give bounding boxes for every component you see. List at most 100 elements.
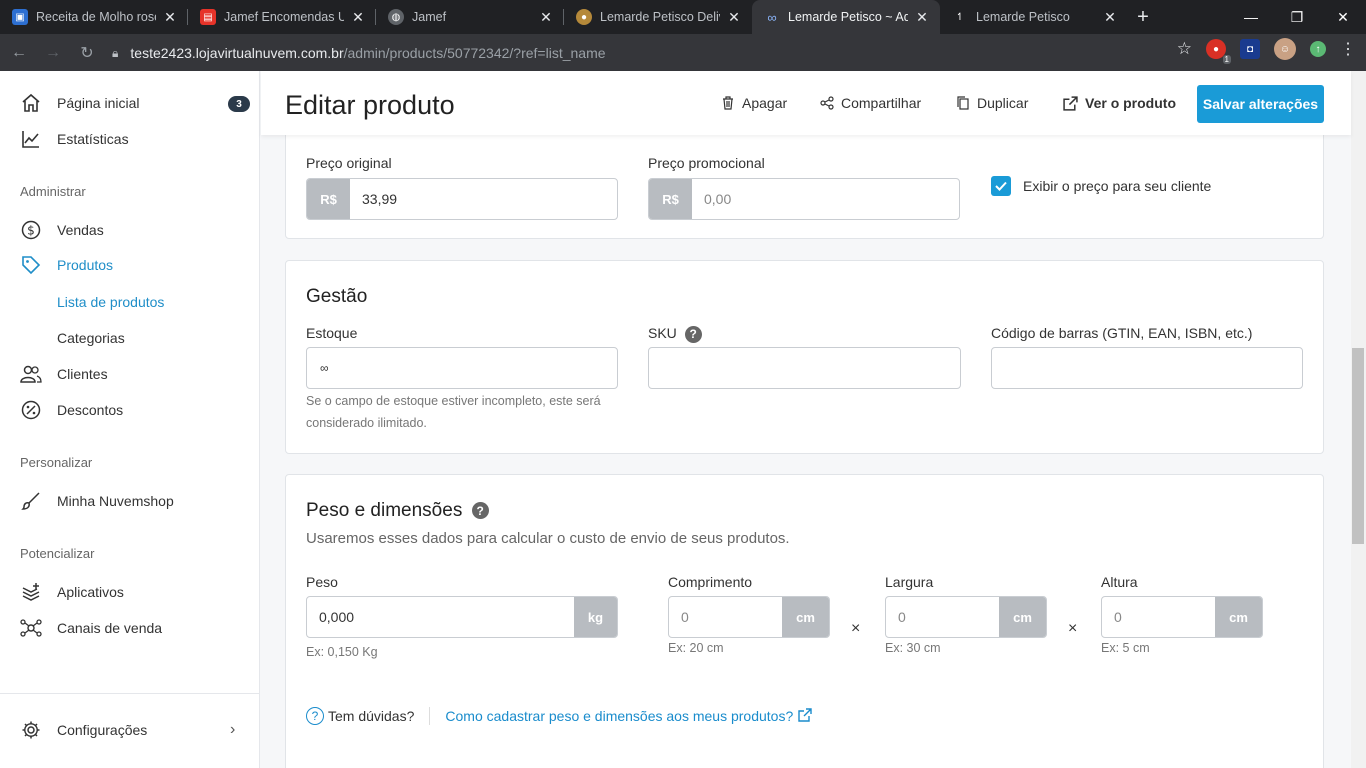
- width-hint: Ex: 30 cm: [885, 641, 941, 655]
- avatar[interactable]: ☺: [1274, 38, 1296, 60]
- copy-icon: [956, 95, 970, 111]
- browser-tab[interactable]: ↿ Lemarde Petisco ✕: [940, 0, 1128, 34]
- url-field[interactable]: 🔒︎ teste2423.lojavirtualnuvem.com.br/adm…: [112, 39, 1218, 67]
- help-icon[interactable]: ?: [684, 325, 702, 343]
- sidebar-item-channels[interactable]: Canais de venda: [20, 617, 162, 639]
- section-label-boost: Potencializar: [20, 546, 95, 561]
- separator: [429, 707, 431, 725]
- share-label: Compartilhar: [841, 95, 922, 111]
- original-price-input[interactable]: R$ 33,99: [306, 178, 618, 220]
- sidebar-subitem-product-list[interactable]: Lista de produtos: [57, 294, 164, 310]
- sidebar-item-settings[interactable]: Configurações ›: [20, 719, 245, 741]
- sidebar-item-home[interactable]: Página inicial: [20, 92, 140, 114]
- external-link-icon[interactable]: [798, 707, 812, 725]
- weight-input[interactable]: 0,000 kg: [306, 596, 618, 638]
- tab-title: Receita de Molho rosé: [36, 10, 156, 24]
- length-placeholder: 0: [681, 609, 689, 625]
- tab-title: Jamef Encomendas Urg: [224, 10, 344, 24]
- sidebar: Página inicial 3 Estatísticas Administra…: [0, 71, 260, 768]
- browser-tab[interactable]: ● Lemarde Petisco Delive ✕: [564, 0, 752, 34]
- restore-icon[interactable]: ❐: [1274, 0, 1320, 34]
- show-price-checkbox[interactable]: [991, 176, 1011, 196]
- unit-addon: cm: [1215, 597, 1262, 637]
- back-icon[interactable]: ←: [4, 38, 34, 68]
- share-button[interactable]: Compartilhar: [820, 95, 921, 111]
- save-button[interactable]: Salvar alterações: [1197, 85, 1324, 123]
- sidebar-item-customers[interactable]: Clientes: [20, 363, 108, 385]
- promo-price-label: Preço promocional: [648, 155, 765, 171]
- tab-close-icon[interactable]: ✕: [538, 9, 554, 26]
- barcode-input[interactable]: [991, 347, 1303, 389]
- sidebar-item-label: Estatísticas: [57, 131, 129, 147]
- menu-kebab-icon[interactable]: ⋮: [1340, 39, 1356, 59]
- tab-close-icon[interactable]: ✕: [726, 9, 742, 26]
- sidebar-subitem-categories[interactable]: Categorias: [57, 330, 125, 346]
- question-circle-icon: ?: [306, 707, 324, 725]
- sku-input[interactable]: [648, 347, 961, 389]
- toolbar-right: ☆ ● 1 ◘ ☺ ↑ ⋮: [1177, 38, 1356, 64]
- tab-close-icon[interactable]: ✕: [350, 9, 366, 26]
- tab-close-icon[interactable]: ✕: [1102, 9, 1118, 26]
- view-product-button[interactable]: Ver o produto: [1062, 95, 1176, 111]
- minimize-icon[interactable]: —: [1228, 0, 1274, 34]
- main-content: Preço original R$ 33,99 Preço promociona…: [261, 71, 1351, 768]
- stock-input[interactable]: ∞: [306, 347, 618, 389]
- chevron-right-icon: ›: [230, 721, 236, 738]
- delete-button[interactable]: Apagar: [721, 95, 787, 111]
- sidebar-item-sales[interactable]: $ Vendas: [20, 219, 104, 241]
- width-input[interactable]: 0 cm: [885, 596, 1047, 638]
- help-icon[interactable]: ?: [471, 502, 489, 520]
- gear-icon: [20, 719, 42, 741]
- tab-close-icon[interactable]: ✕: [162, 9, 178, 26]
- weight-label: Peso: [306, 574, 338, 590]
- view-product-label: Ver o produto: [1085, 95, 1176, 111]
- check-icon: [995, 181, 1007, 191]
- dimensions-card: Peso e dimensões ? Usaremos esses dados …: [285, 474, 1324, 768]
- weight-hint: Ex: 0,150 Kg: [306, 645, 378, 659]
- browser-tab[interactable]: ▤ Jamef Encomendas Urg ✕: [188, 0, 376, 34]
- network-icon: [20, 617, 42, 639]
- length-input[interactable]: 0 cm: [668, 596, 830, 638]
- sidebar-item-label: Página inicial: [57, 95, 140, 111]
- trash-icon: [721, 95, 735, 111]
- help-link[interactable]: Como cadastrar peso e dimensões aos meus…: [445, 708, 793, 724]
- reload-icon[interactable]: ↻: [72, 38, 102, 68]
- update-icon[interactable]: ↑: [1310, 41, 1326, 57]
- close-window-icon[interactable]: ✕: [1320, 0, 1366, 34]
- tab-close-icon[interactable]: ✕: [914, 9, 930, 26]
- sidebar-item-apps[interactable]: Aplicativos: [20, 581, 124, 603]
- sidebar-item-products[interactable]: Produtos: [20, 254, 113, 276]
- browser-tab[interactable]: ▣ Receita de Molho rosé ✕: [0, 0, 188, 34]
- section-label-admin: Administrar: [20, 184, 86, 199]
- sidebar-item-my-store[interactable]: Minha Nuvemshop: [20, 490, 174, 512]
- new-tab-button[interactable]: +: [1128, 0, 1158, 34]
- brush-icon: [20, 490, 42, 512]
- forward-icon[interactable]: →: [38, 38, 68, 68]
- nuvemshop-icon: ∞: [767, 9, 777, 25]
- window-controls: — ❐ ✕: [1228, 0, 1366, 34]
- stock-value: ∞: [320, 361, 329, 375]
- unit-addon: kg: [574, 597, 617, 637]
- height-input[interactable]: 0 cm: [1101, 596, 1263, 638]
- width-placeholder: 0: [898, 609, 906, 625]
- url-host: teste2423.lojavirtualnuvem.com.br: [130, 45, 344, 61]
- scrollbar-thumb[interactable]: [1352, 348, 1364, 544]
- page-header: Editar produto Apagar Compartilhar Dupli…: [261, 71, 1351, 135]
- browser-tab[interactable]: ◍ Jamef ✕: [376, 0, 564, 34]
- extension-icon[interactable]: ● 1: [1206, 39, 1231, 64]
- sidebar-item-discounts[interactable]: Descontos: [20, 399, 123, 421]
- length-hint: Ex: 20 cm: [668, 641, 724, 655]
- sidebar-divider: [0, 693, 260, 694]
- extension-icon[interactable]: ◘: [1240, 39, 1260, 59]
- currency-addon: R$: [307, 179, 350, 219]
- duplicate-button[interactable]: Duplicar: [956, 95, 1028, 111]
- globe-icon: ◍: [388, 9, 404, 25]
- tab-title: Lemarde Petisco: [976, 10, 1070, 24]
- sidebar-item-stats[interactable]: Estatísticas: [20, 128, 129, 150]
- unit-addon: cm: [782, 597, 829, 637]
- browser-tab-active[interactable]: ∞ Lemarde Petisco ~ Adm ✕: [752, 0, 940, 34]
- promo-price-input[interactable]: R$ 0,00: [648, 178, 960, 220]
- duplicate-label: Duplicar: [977, 95, 1029, 111]
- original-price-value: 33,99: [362, 191, 398, 207]
- bookmark-star-icon[interactable]: ☆: [1177, 39, 1192, 59]
